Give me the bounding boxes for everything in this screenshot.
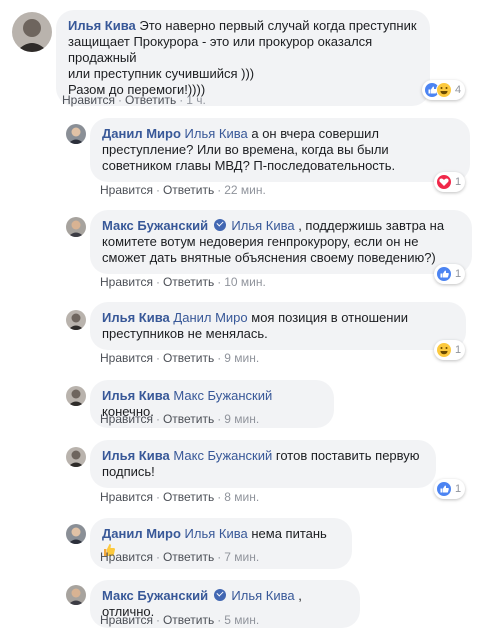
comment-bubble: Илья Кива Это наверно первый случай когд… xyxy=(56,10,430,106)
reply-link[interactable]: Ответить xyxy=(163,275,214,289)
reply-link[interactable]: Ответить xyxy=(163,351,214,365)
comment-actions: Нравится · Ответить · 8 мин. xyxy=(100,490,260,504)
mention-link[interactable]: Илья Кива xyxy=(185,526,248,541)
like-link[interactable]: Нравится xyxy=(100,412,153,426)
comment-author[interactable]: Макс Бужанский xyxy=(102,218,208,233)
reaction-summary[interactable]: 1 xyxy=(434,172,466,192)
mention-link[interactable]: Илья Кива xyxy=(231,218,294,233)
reaction-summary[interactable]: 1 xyxy=(434,479,466,499)
avatar[interactable] xyxy=(66,124,86,144)
comment-text: а он вчера совершил xyxy=(247,126,379,141)
comment-timestamp[interactable]: 5 мин. xyxy=(224,613,259,627)
mention-link[interactable]: Илья Кива xyxy=(185,126,248,141)
comment-actions: Нравится · Ответить · 22 мин. xyxy=(100,183,266,197)
comment-bubble: Илья Кива Данил Миро моя позиция в отнош… xyxy=(90,302,466,350)
comment-timestamp[interactable]: 22 мин. xyxy=(224,183,266,197)
comment-bubble: Илья Кива Макс Бужанский готов поставить… xyxy=(90,440,436,488)
comment-text: советником главы МВД? П-последовательнос… xyxy=(102,158,396,173)
like-reaction-icon xyxy=(436,266,452,282)
love-reaction-icon xyxy=(436,174,452,190)
comment-timestamp[interactable]: 8 мин. xyxy=(224,490,259,504)
avatar[interactable] xyxy=(66,585,86,605)
comment-author[interactable]: Макс Бужанский xyxy=(102,588,208,603)
reaction-count: 1 xyxy=(455,344,462,356)
mention-link[interactable]: Макс Бужанский xyxy=(173,388,272,403)
like-link[interactable]: Нравится xyxy=(62,93,115,107)
comment-actions: Нравится · Ответить · 7 мин. xyxy=(100,550,260,564)
comment-text: сможет дать внятные объяснения своему по… xyxy=(102,250,436,265)
comment-timestamp[interactable]: 9 мин. xyxy=(224,351,259,365)
avatar[interactable] xyxy=(66,524,86,544)
reply-link[interactable]: Ответить xyxy=(163,412,214,426)
comment-author[interactable]: Илья Кива xyxy=(102,388,170,403)
reaction-count: 1 xyxy=(455,483,462,495)
reaction-summary[interactable]: 1 xyxy=(434,340,466,360)
comment-text: моя позиция в отношении xyxy=(247,310,408,325)
reply-link[interactable]: Ответить xyxy=(163,183,214,197)
comment-timestamp[interactable]: 7 мин. xyxy=(224,550,259,564)
mention-link[interactable]: Макс Бужанский xyxy=(173,448,272,463)
like-link[interactable]: Нравится xyxy=(100,550,153,564)
reply-link[interactable]: Ответить xyxy=(125,93,176,107)
comment-bubble: Данил Миро Илья Кива а он вчера совершил… xyxy=(90,118,470,182)
reaction-count: 1 xyxy=(455,268,462,280)
comment-text: Это наверно первый случай когда преступн… xyxy=(139,18,417,33)
avatar[interactable] xyxy=(66,386,86,406)
comment-timestamp[interactable]: 10 мин. xyxy=(224,275,266,289)
comment-author[interactable]: Илья Кива xyxy=(68,18,136,33)
avatar[interactable] xyxy=(66,447,86,467)
like-link[interactable]: Нравится xyxy=(100,490,153,504)
comment-author[interactable]: Данил Миро xyxy=(102,526,181,541)
comment-text: преступников не менялась. xyxy=(102,326,268,341)
like-link[interactable]: Нравится xyxy=(100,275,153,289)
reply-link[interactable]: Ответить xyxy=(163,613,214,627)
comment-author[interactable]: Данил Миро xyxy=(102,126,181,141)
reaction-summary[interactable]: 4 xyxy=(422,80,466,100)
reaction-summary[interactable]: 1 xyxy=(434,264,466,284)
comment-text: , поддержишь завтра на xyxy=(294,218,445,233)
comment-actions: Нравится · Ответить · 9 мин. xyxy=(100,412,260,426)
comment-text: или преступник сучившийся ))) xyxy=(68,66,255,81)
comment-text: преступление? Или во времена, когда вы б… xyxy=(102,142,389,157)
comment-actions: Нравится · Ответить · 10 мин. xyxy=(100,275,266,289)
avatar[interactable] xyxy=(12,12,52,52)
verified-badge-icon xyxy=(213,219,226,231)
reply-link[interactable]: Ответить xyxy=(163,490,214,504)
comment-author[interactable]: Илья Кива xyxy=(102,310,170,325)
mention-link[interactable]: Илья Кива xyxy=(231,588,294,603)
comment-text: готов поставить первую xyxy=(272,448,420,463)
avatar[interactable] xyxy=(66,310,86,330)
comment-text: нема питань xyxy=(247,526,327,541)
reply-link[interactable]: Ответить xyxy=(163,550,214,564)
haha-reaction-icon xyxy=(436,82,452,98)
comment-actions: Нравится · Ответить · 5 мин. xyxy=(100,613,260,627)
comment-text: подпись! xyxy=(102,464,155,479)
like-link[interactable]: Нравится xyxy=(100,183,153,197)
like-reaction-icon xyxy=(436,481,452,497)
verified-badge-icon xyxy=(213,589,226,601)
haha-reaction-icon xyxy=(436,342,452,358)
comment-timestamp[interactable]: 1 ч. xyxy=(186,93,206,107)
reaction-count: 1 xyxy=(455,176,462,188)
like-link[interactable]: Нравится xyxy=(100,351,153,365)
comment-bubble: Макс Бужанский Илья Кива , поддержишь за… xyxy=(90,210,472,274)
reaction-count: 4 xyxy=(455,84,462,96)
comment-actions: Нравится · Ответить · 1 ч. xyxy=(62,93,206,107)
comment-text: комитете вотум недоверия генпрокурору, е… xyxy=(102,234,419,249)
comment-text: защищает Прокурора - это или прокурор ок… xyxy=(68,34,373,65)
comment-author[interactable]: Илья Кива xyxy=(102,448,170,463)
comment-actions: Нравится · Ответить · 9 мин. xyxy=(100,351,260,365)
comment-timestamp[interactable]: 9 мин. xyxy=(224,412,259,426)
avatar[interactable] xyxy=(66,217,86,237)
like-link[interactable]: Нравится xyxy=(100,613,153,627)
mention-link[interactable]: Данил Миро xyxy=(173,310,247,325)
